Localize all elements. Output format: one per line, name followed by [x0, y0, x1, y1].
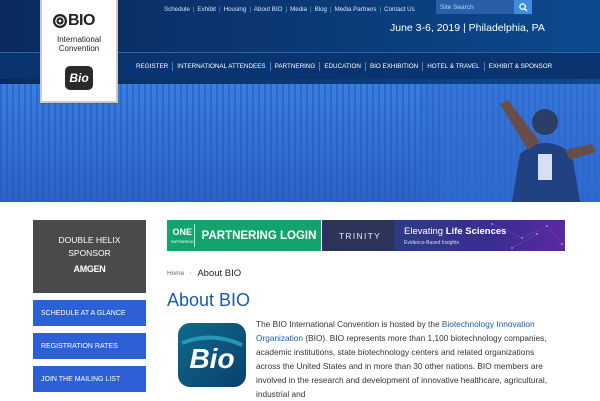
schedule-at-a-glance-button[interactable]: SCHEDULE AT A GLANCE: [33, 300, 146, 326]
sidebar: DOUBLE HELIX SPONSOR AMGEN SCHEDULE AT A…: [33, 220, 146, 392]
nav-hotel-travel[interactable]: HOTEL & TRAVEL: [427, 62, 488, 71]
top-link-blog[interactable]: Blog: [315, 6, 327, 13]
paragraph-part-1: The BIO International Convention is host…: [256, 319, 442, 329]
logo-wordmark: BIO: [52, 12, 95, 30]
search-icon: [518, 2, 528, 12]
nav-international-label: INTERNATIONAL ATTENDEES: [177, 63, 266, 70]
nav-register-label: REGISTER: [136, 63, 169, 70]
one-partnering-badge: ONE PARTNERING: [171, 224, 195, 247]
bio-organization-logo: Bio: [178, 323, 246, 387]
breadcrumb-current: About BIO: [197, 268, 242, 279]
chevron-right-icon: ›: [189, 270, 192, 277]
nav-education-label: EDUCATION: [324, 63, 361, 70]
logo-bio-text: BIO: [68, 12, 95, 29]
bio-dot-icon: [53, 14, 67, 28]
logo-line-2: Convention: [58, 44, 100, 53]
top-link-housing[interactable]: Housing: [224, 6, 247, 13]
tagline-part-a: Elevating: [404, 226, 446, 237]
top-link-contact-us[interactable]: Contact Us: [384, 6, 415, 13]
top-link-about-bio[interactable]: About BIO: [254, 6, 283, 13]
nav-international-attendees[interactable]: INTERNATIONAL ATTENDEES: [177, 62, 274, 71]
top-link-media[interactable]: Media: [290, 6, 307, 13]
nav-partnering[interactable]: PARTNERING: [275, 62, 325, 71]
tagline-part-b: Life Sciences: [445, 226, 507, 237]
about-paragraph: The BIO International Convention is host…: [256, 317, 556, 401]
trinity-tagline: Elevating Life Sciences: [404, 226, 506, 237]
trinity-logo: TRINITY: [326, 220, 394, 251]
event-date: June 3-6, 2019 | Philadelphia, PA: [390, 22, 545, 34]
nav-exhibit-sponsor-label: EXHIBIT & SPONSOR: [488, 63, 553, 70]
registration-rates-button[interactable]: REGISTRATION RATES: [33, 333, 146, 359]
top-link-media-partners[interactable]: Media Partners: [335, 6, 377, 13]
one-badge-subtext: PARTNERING: [171, 240, 194, 244]
nav-partnering-label: PARTNERING: [274, 63, 316, 70]
logo-line-1: International: [56, 35, 102, 44]
nav-education[interactable]: EDUCATION: [324, 62, 370, 71]
logo-bio-badge: Bio: [65, 66, 93, 90]
bio-convention-logo[interactable]: BIO International Convention Bio: [40, 0, 118, 103]
sponsor-title-line-2: SPONSOR: [68, 248, 111, 258]
top-link-schedule[interactable]: Schedule: [164, 6, 190, 13]
trinity-subtitle: Evidence-Based Insights: [404, 240, 460, 246]
one-badge-text: ONE: [172, 227, 193, 237]
nav-register[interactable]: REGISTER: [136, 62, 177, 71]
utility-nav: Schedule | Exhibit | Housing | About BIO | M…: [164, 5, 415, 13]
partnering-login-text: PARTNERING LOGIN →: [201, 229, 332, 242]
nav-bio-exhibition-label: BIO EXHIBITION: [369, 63, 419, 70]
search-button[interactable]: [514, 0, 532, 14]
site-search: [436, 0, 532, 14]
search-input[interactable]: [436, 0, 514, 14]
page-title: About BIO: [167, 290, 251, 310]
breadcrumb: Home › About BIO: [167, 268, 241, 279]
breadcrumb-home[interactable]: Home: [167, 270, 184, 277]
sponsor-title: DOUBLE HELIX SPONSOR: [33, 220, 146, 260]
sponsor-box[interactable]: DOUBLE HELIX SPONSOR AMGEN: [33, 220, 146, 293]
nav-exhibit-sponsor[interactable]: EXHIBIT & SPONSOR: [489, 63, 553, 70]
partnering-login-banner[interactable]: ONE PARTNERING PARTNERING LOGIN →: [167, 220, 331, 251]
sponsor-title-line-1: DOUBLE HELIX: [58, 235, 121, 245]
nav-hotel-travel-label: HOTEL & TRAVEL: [427, 63, 480, 70]
trinity-ad-banner[interactable]: TRINITY Elevating Life Sciences Evidence…: [322, 220, 565, 251]
bio-logo-text: Bio: [189, 343, 234, 374]
nav-bio-exhibition[interactable]: BIO EXHIBITION: [370, 62, 427, 71]
join-mailing-list-button[interactable]: JOIN THE MAILING LIST: [33, 366, 146, 392]
top-link-exhibit[interactable]: Exhibit: [197, 6, 216, 13]
sponsor-logo-amgen: AMGEN: [73, 264, 106, 274]
